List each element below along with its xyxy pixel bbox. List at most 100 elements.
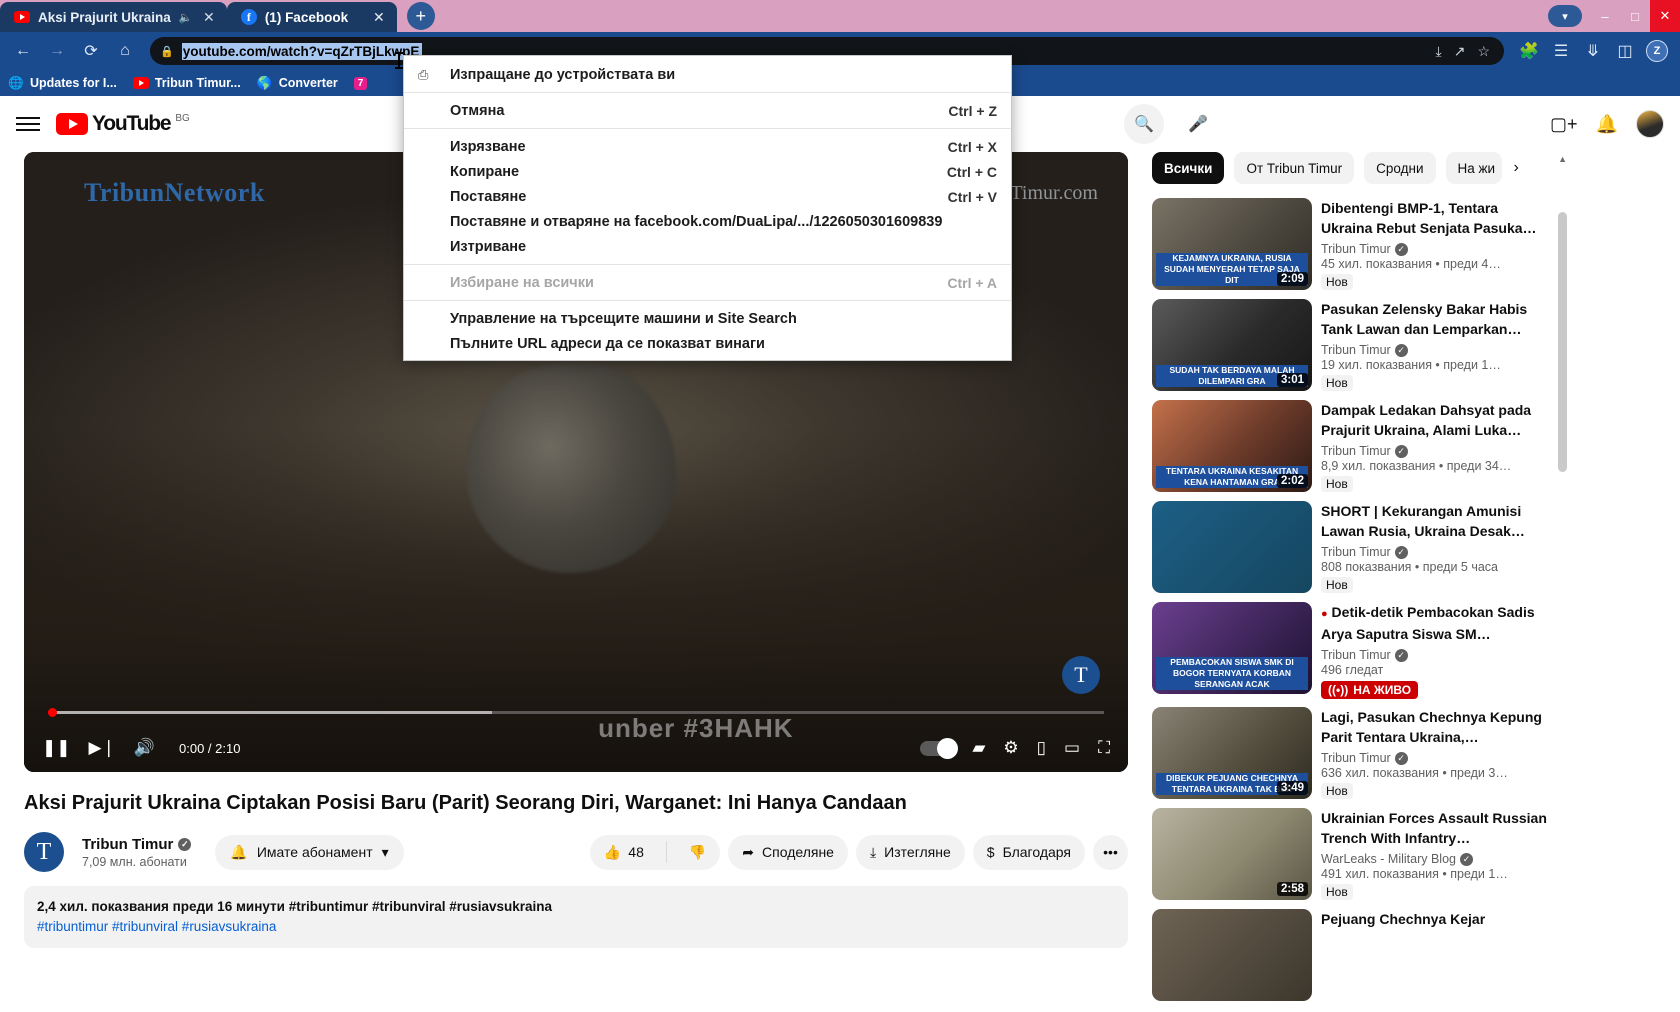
video-thumbnail[interactable]: SUDAH TAK BERDAYA MALAH DILEMPARI GRA 3:0… xyxy=(1152,299,1312,391)
home-icon[interactable]: ⌂ xyxy=(110,36,140,66)
pause-icon[interactable]: ❚❚ xyxy=(42,738,71,758)
like-button[interactable]: 👍 48 xyxy=(590,835,658,870)
new-tab-button[interactable]: + xyxy=(406,2,435,30)
description-tags[interactable]: #tribuntimur #tribunviral #rusiavsukrain… xyxy=(37,917,1115,937)
chip-from-channel[interactable]: От Tribun Timur xyxy=(1234,152,1355,184)
next-icon[interactable]: ▶❘ xyxy=(89,738,116,758)
list-item[interactable]: SUDAH TAK BERDAYA MALAH DILEMPARI GRA 3:0… xyxy=(1152,299,1552,392)
youtube-logo[interactable]: YouTube BG xyxy=(56,113,190,135)
share-icon[interactable]: ↗ xyxy=(1454,43,1466,60)
share-button[interactable]: ➦ Споделяне xyxy=(728,834,848,870)
thanks-button[interactable]: $ Благодаря xyxy=(972,834,1085,870)
progress-bar[interactable] xyxy=(48,708,1104,717)
video-channel[interactable]: Tribun Timur ✓ xyxy=(1321,343,1552,357)
more-actions-button[interactable]: ••• xyxy=(1093,834,1128,870)
subscribe-button[interactable]: 🔔 Имате абонамент ▾ xyxy=(215,834,404,870)
video-title[interactable]: Ukrainian Forces Assault Russian Trench … xyxy=(1321,808,1552,848)
list-item[interactable]: Pejuang Chechnya Kejar xyxy=(1152,909,1552,1001)
list-item[interactable]: 2:58 Ukrainian Forces Assault Russian Tre… xyxy=(1152,808,1552,901)
bookmark-badge[interactable]: 7 xyxy=(353,76,368,90)
video-title[interactable]: Lagi, Pasukan Chechnya Kepung Parit Tent… xyxy=(1321,707,1552,747)
miniplayer-icon[interactable]: ▯ xyxy=(1037,738,1046,758)
create-video-icon[interactable]: ▢+ xyxy=(1550,114,1578,135)
context-menu-item[interactable]: Изтриване xyxy=(404,234,1011,259)
context-menu-item[interactable]: Поставяне и отваряне на facebook.com/Dua… xyxy=(404,209,1011,234)
video-thumbnail[interactable] xyxy=(1152,909,1312,1001)
list-item[interactable]: SHORT | Kekurangan Amunisi Lawan Rusia, … xyxy=(1152,501,1552,594)
sidepanel-icon[interactable]: ◫ xyxy=(1610,36,1640,66)
install-icon[interactable]: ⤓ xyxy=(1436,43,1442,60)
tab-youtube[interactable]: Aksi Prajurit Ukraina 🔈 ✕ xyxy=(0,2,227,32)
forward-icon[interactable]: → xyxy=(42,36,72,66)
video-channel[interactable]: Tribun Timur ✓ xyxy=(1321,242,1552,256)
video-thumbnail[interactable]: DIBEKUK PEJUANG CHECHNYA TENTARA UKRAINA… xyxy=(1152,707,1312,799)
channel-watermark[interactable]: T xyxy=(1062,656,1100,694)
chip-live[interactable]: На жи xyxy=(1445,152,1502,184)
theater-mode-icon[interactable]: ▭ xyxy=(1064,738,1080,758)
list-item[interactable]: TENTARA UKRAINA KESAKITAN KENA HANTAMAN … xyxy=(1152,400,1552,493)
chip-all[interactable]: Всички xyxy=(1152,152,1225,184)
list-item[interactable]: PEMBACOKAN SISWA SMK DI BOGOR TERNYATA K… xyxy=(1152,602,1552,699)
video-thumbnail[interactable]: KEJAMNYA UKRAINA, RUSIA SUDAH MENYERAH T… xyxy=(1152,198,1312,290)
volume-icon[interactable]: 🔊 xyxy=(134,738,155,758)
url-text[interactable]: youtube.com/watch?v=qZrTBjLkwpE xyxy=(181,42,422,60)
bookmark-tribun-timur[interactable]: Tribun Timur... xyxy=(132,75,241,91)
scrollbar-thumb[interactable] xyxy=(1558,212,1567,472)
bell-icon[interactable]: 🔔 xyxy=(1596,114,1618,135)
context-menu-item[interactable]: Копиране Ctrl + C xyxy=(404,159,1011,184)
video-channel[interactable]: WarLeaks - Military Blog ✓ xyxy=(1321,852,1552,866)
video-title[interactable]: ● Detik-detik Pembacokan Sadis Arya Sapu… xyxy=(1321,602,1552,644)
profile-avatar[interactable]: Z xyxy=(1642,36,1672,66)
progress-scrubber[interactable] xyxy=(48,708,57,717)
video-title[interactable]: Dibentengi BMP-1, Tentara Ukraina Rebut … xyxy=(1321,198,1552,238)
context-menu-item[interactable]: Управление на търсещите машини и Site Se… xyxy=(404,306,1011,331)
close-window-button[interactable]: ✕ xyxy=(1650,0,1680,32)
video-thumbnail[interactable]: PEMBACOKAN SISWA SMK DI BOGOR TERNYATA K… xyxy=(1152,602,1312,694)
downloads-icon[interactable]: ⤋ xyxy=(1578,36,1608,66)
context-menu-item[interactable]: Изрязване Ctrl + X xyxy=(404,134,1011,159)
video-thumbnail[interactable]: TENTARA UKRAINA KESAKITAN KENA HANTAMAN … xyxy=(1152,400,1312,492)
search-icon[interactable]: 🔍 xyxy=(1124,104,1165,144)
video-thumbnail[interactable]: 2:58 xyxy=(1152,808,1312,900)
subtitles-icon[interactable]: ▰ xyxy=(972,738,985,758)
bookmark-star-icon[interactable]: ☆ xyxy=(1477,43,1490,60)
bookmark-converter[interactable]: 🌎 Converter xyxy=(257,75,338,91)
video-channel[interactable]: Tribun Timur ✓ xyxy=(1321,648,1552,662)
list-item[interactable]: KEJAMNYA UKRAINA, RUSIA SUDAH MENYERAH T… xyxy=(1152,198,1552,291)
close-icon[interactable]: ✕ xyxy=(201,9,217,26)
bookmark-updates[interactable]: 🌐 Updates for I... xyxy=(8,75,117,91)
microphone-icon[interactable]: 🎤 xyxy=(1178,104,1218,144)
list-item[interactable]: DIBEKUK PEJUANG CHECHNYA TENTARA UKRAINA… xyxy=(1152,707,1552,800)
tab-audio-icon[interactable]: 🔈 xyxy=(179,11,193,24)
scroll-up-icon[interactable]: ▲ xyxy=(1558,154,1567,164)
channel-name-wrap[interactable]: Tribun Timur ✓ xyxy=(82,836,192,853)
fullscreen-icon[interactable]: ⛶ xyxy=(1098,738,1110,758)
context-menu-item[interactable]: Пълните URL адреси да се показват винаги xyxy=(404,331,1011,356)
video-channel[interactable]: Tribun Timur ✓ xyxy=(1321,444,1552,458)
reading-list-icon[interactable]: ☰ xyxy=(1546,36,1576,66)
dislike-button[interactable]: 👎 xyxy=(675,835,720,870)
channel-avatar[interactable]: T xyxy=(24,832,64,872)
maximize-button[interactable]: □ xyxy=(1620,0,1650,32)
tab-facebook[interactable]: f (1) Facebook ✕ xyxy=(226,2,397,32)
chevron-right-icon[interactable]: › xyxy=(1514,159,1519,177)
video-title[interactable]: SHORT | Kekurangan Amunisi Lawan Rusia, … xyxy=(1321,501,1552,541)
video-title[interactable]: Pasukan Zelensky Bakar Habis Tank Lawan … xyxy=(1321,299,1552,339)
sidebar-scrollbar[interactable]: ▲ ▼ xyxy=(1556,152,1568,1012)
video-thumbnail[interactable] xyxy=(1152,501,1312,593)
download-button[interactable]: ⤓ Изтегляне xyxy=(855,834,965,870)
minimize-button[interactable]: – xyxy=(1590,0,1620,32)
context-menu-item[interactable]: Поставяне Ctrl + V xyxy=(404,184,1011,209)
context-menu-item[interactable]: ⎙ Изпращане до устройствата ви xyxy=(404,62,1011,87)
close-icon[interactable]: ✕ xyxy=(371,9,387,26)
reload-icon[interactable]: ⟳ xyxy=(76,36,106,66)
autoplay-toggle[interactable] xyxy=(920,737,959,759)
video-title[interactable]: Dampak Ledakan Dahsyat pada Prajurit Ukr… xyxy=(1321,400,1552,440)
video-title[interactable]: Pejuang Chechnya Kejar xyxy=(1321,909,1552,929)
menu-hamburger-icon[interactable] xyxy=(16,117,40,131)
chevron-down-icon[interactable]: ▾ xyxy=(1548,5,1582,27)
chip-related[interactable]: Сродни xyxy=(1364,152,1436,184)
back-icon[interactable]: ← xyxy=(8,36,38,66)
context-menu-item[interactable]: Отмяна Ctrl + Z xyxy=(404,98,1011,123)
video-description[interactable]: 2,4 хил. показвания преди 16 минути #tri… xyxy=(24,886,1128,948)
